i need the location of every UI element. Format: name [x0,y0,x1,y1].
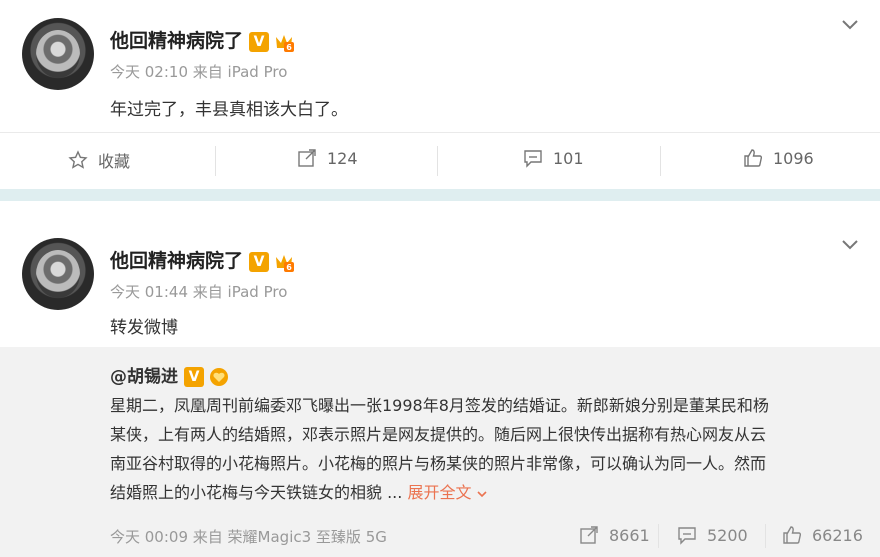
comment-count: 101 [553,148,584,168]
post-meta: 今天 02:10 来自 iPad Pro [110,61,287,82]
quoted-time[interactable]: 今天 00:09 [110,528,188,546]
vip-badge-icon: 6 [276,34,295,52]
quoted-line: 南亚谷村取得的小花梅照片。小花梅的照片与杨某侠的照片非常像，可以确认为同一人。然… [110,454,767,473]
favorite-label: 收藏 [98,152,131,171]
star-icon [68,150,88,169]
post-meta: 今天 01:44 来自 iPad Pro [110,281,287,302]
avatar[interactable] [22,238,94,310]
post-time[interactable]: 今天 01:44 [110,283,188,301]
heart-badge-icon [210,368,228,386]
chevron-down-icon [477,490,488,497]
favorite-button[interactable]: 收藏 [68,148,130,172]
divider [437,146,438,176]
thumbs-up-icon [783,526,802,544]
post-source: 来自 iPad Pro [192,283,288,301]
feed-separator [0,189,880,201]
quoted-author[interactable]: @胡锡进 V [110,362,230,388]
post-source: 来自 iPad Pro [192,63,288,81]
chevron-down-icon[interactable] [838,232,862,256]
quoted-like-count: 66216 [812,525,863,545]
like-button[interactable]: 1096 [743,148,814,168]
svg-text:6: 6 [286,43,292,52]
quoted-line: 某侠，上有两人的结婚照，邓表示照片是网友提供的。随后网上很快传出据称有热心网友从… [110,425,767,444]
divider [765,524,766,548]
avatar[interactable] [22,18,94,90]
thumbs-up-icon [744,149,763,167]
verified-badge: V [249,31,270,52]
post-text: 转发微博 [110,318,178,338]
post-time[interactable]: 今天 02:10 [110,63,188,81]
divider [0,132,880,133]
quoted-line: 结婚照上的小花梅与今天铁链女的相貌 ... [110,483,403,502]
quoted-author-name[interactable]: @胡锡进 [110,367,178,387]
quoted-repost-button[interactable]: 8661 [579,525,650,545]
comment-button[interactable]: 101 [523,148,584,168]
post-author[interactable]: 他回精神病院了 V 6 [110,26,295,53]
repost-icon [298,149,316,167]
repost-button[interactable]: 124 [297,148,358,168]
chevron-down-icon[interactable] [838,12,862,36]
like-count: 1096 [773,148,814,168]
quoted-repost-count: 8661 [609,525,650,545]
verified-badge: V [184,367,204,387]
divider [660,146,661,176]
author-name[interactable]: 他回精神病院了 [110,30,243,52]
expand-label[interactable]: 展开全文 [407,483,471,502]
divider [215,146,216,176]
post-text: 年过完了，丰县真相该大白了。 [110,100,348,120]
svg-text:6: 6 [286,263,292,272]
quoted-text: 星期二，凤凰周刊前编委邓飞曝出一张1998年8月签发的结婚证。新郎新娘分别是董某… [110,391,870,507]
expand-full-text-link[interactable]: 展开全文 [407,483,489,502]
quoted-comment-button[interactable]: 5200 [677,525,748,545]
repost-count: 124 [327,148,358,168]
repost-icon [580,526,598,544]
vip-badge-icon: 6 [276,254,295,272]
divider [658,524,659,548]
quoted-like-button[interactable]: 66216 [782,525,863,545]
comment-icon [678,527,696,545]
post-author[interactable]: 他回精神病院了 V 6 [110,246,295,273]
quoted-line: 星期二，凤凰周刊前编委邓飞曝出一张1998年8月签发的结婚证。新郎新娘分别是董某… [110,396,769,415]
author-name[interactable]: 他回精神病院了 [110,250,243,272]
verified-badge: V [249,251,270,272]
comment-icon [524,150,542,168]
quoted-comment-count: 5200 [707,525,748,545]
quoted-meta: 今天 00:09 来自 荣耀Magic3 至臻版 5G [110,526,387,547]
quoted-source: 来自 荣耀Magic3 至臻版 5G [192,528,387,546]
